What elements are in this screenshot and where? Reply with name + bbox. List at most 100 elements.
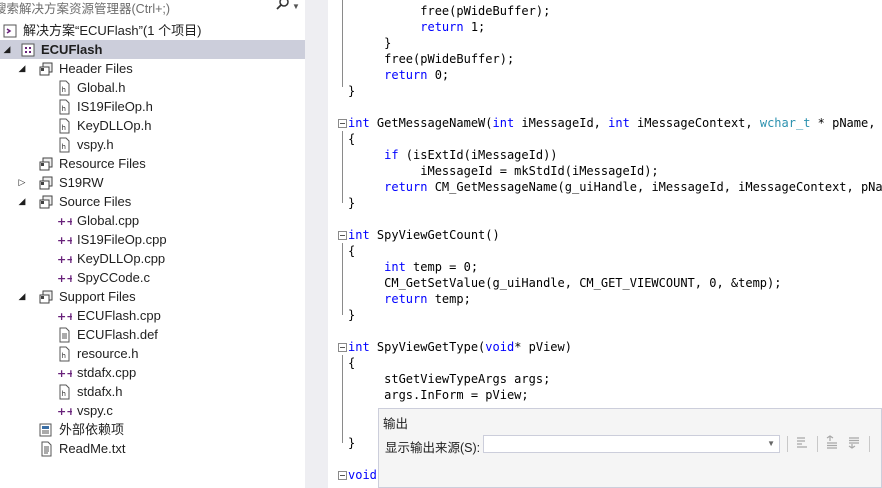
expand-arrow-icon[interactable]: ▷	[17, 176, 27, 188]
fold-toggle-icon[interactable]	[338, 119, 347, 128]
toolbar-separator	[787, 436, 788, 452]
tree-item[interactable]: ++ IS19FileOp.cpp	[0, 230, 305, 249]
code-line[interactable]: return temp;	[348, 291, 471, 307]
code-line[interactable]: }	[348, 83, 355, 99]
code-line[interactable]: {	[348, 355, 355, 371]
search-placeholder: 搜索解决方案资源管理器(Ctrl+;)	[0, 2, 171, 16]
code-line[interactable]: }	[348, 35, 391, 51]
svg-text:++: ++	[57, 310, 72, 323]
collapse-arrow-icon[interactable]: ◢	[17, 62, 27, 74]
code-line[interactable]: CM_GetSetValue(g_uiHandle, CM_GET_VIEWCO…	[348, 275, 781, 291]
collapse-arrow-icon[interactable]: ◢	[17, 195, 27, 207]
code-line[interactable]: free(pWideBuffer);	[348, 51, 514, 67]
code-line[interactable]: int GetMessageNameW(int iMessageId, int …	[348, 115, 882, 131]
code-line[interactable]: free(pWideBuffer);	[348, 3, 550, 19]
tree-item[interactable]: 解决方案“ECUFlash”(1 个项目)	[0, 21, 305, 40]
code-line[interactable]: int SpyViewGetCount()	[348, 227, 500, 243]
def-file-icon	[56, 327, 72, 343]
tree-item[interactable]: ◢ ECUFlash	[0, 40, 305, 59]
code-line[interactable]: }	[348, 435, 355, 451]
header-file-icon: h	[56, 99, 72, 115]
tree-item-label: ECUFlash	[41, 42, 103, 57]
find-message-icon[interactable]	[793, 435, 811, 453]
code-line[interactable]: }	[348, 307, 355, 323]
tree-item[interactable]: h resource.h	[0, 344, 305, 363]
tree-item-label: ECUFlash.cpp	[77, 308, 161, 323]
tree-item-label: resource.h	[77, 346, 139, 361]
tree-item[interactable]: Resource Files	[0, 154, 305, 173]
tree-item-label: Header Files	[59, 61, 133, 76]
tree-item-label: Resource Files	[59, 156, 146, 171]
code-line[interactable]: return 0;	[348, 67, 449, 83]
code-line[interactable]: args.InForm = pView;	[348, 387, 529, 403]
toolbar-separator	[817, 436, 818, 452]
tree-item[interactable]: ++ KeyDLLOp.cpp	[0, 249, 305, 268]
tree-item[interactable]: h Global.h	[0, 78, 305, 97]
chevron-down-icon[interactable]: ▼	[767, 439, 775, 448]
tree-item-label: vspy.c	[77, 403, 113, 418]
output-panel-title: 输出	[383, 417, 409, 431]
output-source-dropdown[interactable]: ▼	[483, 435, 780, 453]
tree-item[interactable]: ++ SpyCCode.c	[0, 268, 305, 287]
fold-block-line	[342, 131, 343, 203]
previous-message-icon[interactable]	[823, 435, 841, 453]
svg-text:h: h	[62, 143, 66, 151]
tree-item[interactable]: 外部依赖项	[0, 420, 305, 439]
tree-item[interactable]: ++ vspy.c	[0, 401, 305, 420]
filter-folder-icon	[38, 175, 54, 191]
tree-item[interactable]: ECUFlash.def	[0, 325, 305, 344]
code-line[interactable]: if (isExtId(iMessageId))	[348, 147, 557, 163]
tree-item[interactable]: ++ ECUFlash.cpp	[0, 306, 305, 325]
cpp-file-icon: ++	[56, 232, 75, 248]
tree-item-label: Global.h	[77, 80, 126, 95]
next-message-icon[interactable]	[845, 435, 863, 453]
code-line[interactable]: stGetViewTypeArgs args;	[348, 371, 550, 387]
code-line[interactable]: }	[348, 195, 355, 211]
tree-item[interactable]: h KeyDLLOp.h	[0, 116, 305, 135]
solution-search-box[interactable]: 搜索解决方案资源管理器(Ctrl+;) ▼	[0, 0, 305, 16]
output-source-label: 显示输出来源(S):	[385, 441, 481, 455]
cpp-file-icon: ++	[56, 308, 75, 324]
tree-item[interactable]: ▷ S19RW	[0, 173, 305, 192]
tree-item[interactable]: ++ Global.cpp	[0, 211, 305, 230]
fold-toggle-icon[interactable]	[338, 471, 347, 480]
svg-text:++: ++	[57, 253, 72, 266]
collapse-arrow-icon[interactable]: ◢	[2, 43, 12, 55]
code-line[interactable]: void	[348, 467, 377, 483]
tree-item[interactable]: ◢ Support Files	[0, 287, 305, 306]
tree-item[interactable]: h stdafx.h	[0, 382, 305, 401]
tree-item-label: ReadMe.txt	[59, 441, 126, 456]
code-line[interactable]: return 1;	[348, 19, 485, 35]
fold-block-line	[342, 355, 343, 443]
cpp-file-icon: ++	[56, 403, 75, 419]
code-line[interactable]: iMessageId = mkStdId(iMessageId);	[348, 163, 658, 179]
code-line[interactable]: int temp = 0;	[348, 259, 478, 275]
cpp-file-icon: ++	[56, 365, 75, 381]
cpp-project-icon	[20, 42, 36, 58]
tree-item[interactable]: h vspy.h	[0, 135, 305, 154]
svg-text:h: h	[62, 124, 66, 132]
svg-text:h: h	[62, 86, 66, 94]
code-line[interactable]: {	[348, 131, 355, 147]
tree-item[interactable]: ReadMe.txt	[0, 439, 305, 458]
tree-item-label: ECUFlash.def	[77, 327, 158, 342]
solution-icon	[2, 23, 18, 39]
tree-item[interactable]: ◢ Source Files	[0, 192, 305, 211]
collapse-arrow-icon[interactable]: ◢	[17, 290, 27, 302]
search-options-icon[interactable]: ▼	[292, 2, 300, 11]
tree-item[interactable]: ++ stdafx.cpp	[0, 363, 305, 382]
svg-text:++: ++	[57, 272, 72, 285]
code-line[interactable]: int SpyViewGetType(void* pView)	[348, 339, 572, 355]
tree-item-label: KeyDLLOp.cpp	[77, 251, 166, 266]
tree-item[interactable]: h IS19FileOp.h	[0, 97, 305, 116]
code-line[interactable]: {	[348, 243, 355, 259]
splitter[interactable]	[305, 0, 328, 488]
svg-text:++: ++	[57, 215, 72, 228]
fold-toggle-icon[interactable]	[338, 231, 347, 240]
svg-text:++: ++	[57, 367, 72, 380]
code-line[interactable]: return CM_GetMessageName(g_uiHandle, iMe…	[348, 179, 882, 195]
fold-toggle-icon[interactable]	[338, 343, 347, 352]
tree-item-label: vspy.h	[77, 137, 114, 152]
tree-item[interactable]: ◢ Header Files	[0, 59, 305, 78]
search-icon[interactable]	[276, 0, 290, 11]
